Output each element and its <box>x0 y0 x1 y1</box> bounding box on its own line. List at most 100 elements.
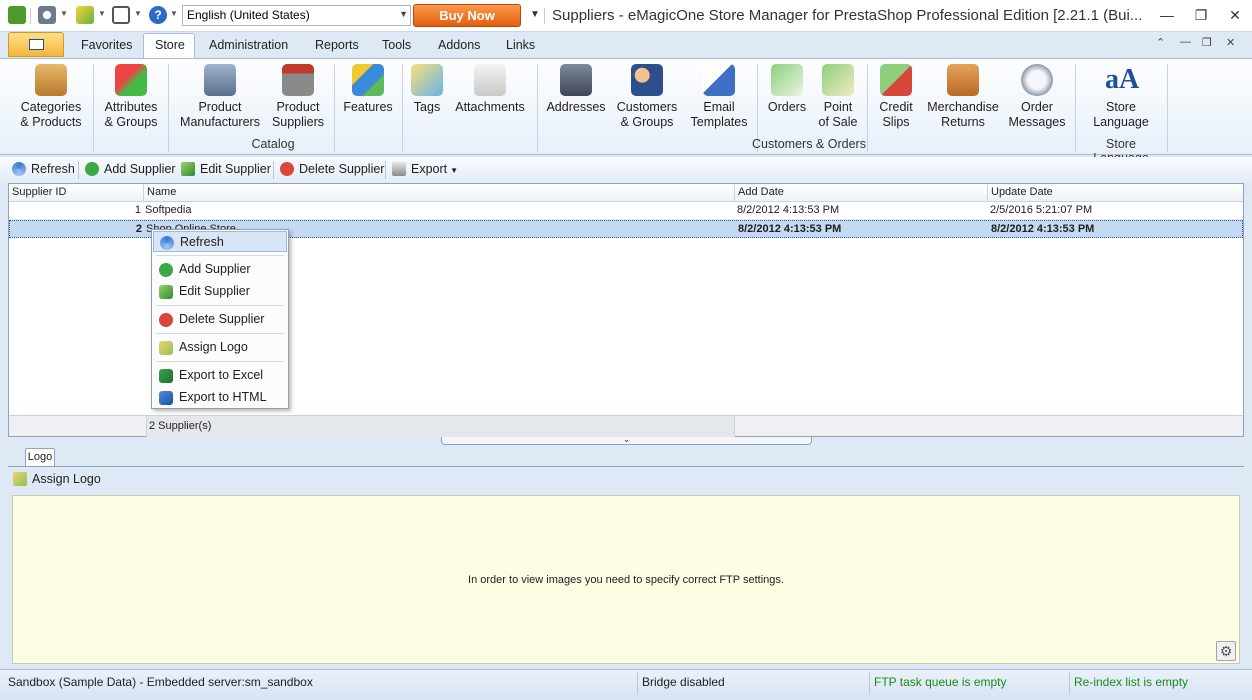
column-divider[interactable] <box>734 184 735 202</box>
settings-gear-icon[interactable] <box>38 6 56 24</box>
tab-logo[interactable]: Logo <box>25 448 55 466</box>
cell-update-date: 8/2/2012 4:13:53 PM <box>991 223 1095 235</box>
mdi-minimize-icon[interactable]: — <box>1180 36 1191 48</box>
menu-item-export-html[interactable]: Export to HTML <box>153 387 287 408</box>
ftp-settings-message: In order to view images you need to spec… <box>468 574 784 586</box>
button-label: Email <box>703 100 735 114</box>
panel-splitter[interactable]: ⌄ <box>441 435 812 445</box>
chevron-down-icon: ⌄ <box>623 435 630 444</box>
chevron-down-icon[interactable]: ▼ <box>98 9 106 18</box>
help-icon[interactable]: ? <box>149 6 167 24</box>
tab-links[interactable]: Links <box>506 38 535 52</box>
menu-item-refresh[interactable]: Refresh <box>153 231 287 252</box>
tags-button[interactable]: Tags <box>408 64 446 115</box>
close-button[interactable]: ✕ <box>1218 0 1252 30</box>
button-label: Features <box>343 100 393 114</box>
categories-products-button[interactable]: Categories & Products <box>18 64 84 130</box>
add-supplier-button[interactable]: Add Supplier <box>85 162 176 176</box>
cell-supplier-id: 1 <box>134 204 141 216</box>
point-of-sale-button[interactable]: Point of Sale <box>814 64 862 130</box>
menu-item-label: Delete Supplier <box>179 312 265 326</box>
tab-administration[interactable]: Administration <box>209 38 288 52</box>
button-label: Product <box>198 100 242 114</box>
features-button[interactable]: Features <box>340 64 396 115</box>
column-divider[interactable] <box>987 184 988 202</box>
button-label: Returns <box>941 115 985 129</box>
excel-icon <box>159 369 173 383</box>
chevron-down-icon: ▼ <box>399 9 408 19</box>
refresh-button[interactable]: Refresh <box>12 162 75 176</box>
ribbon-group-label: Customers & Orders <box>752 137 866 151</box>
addresses-button[interactable]: Addresses <box>544 64 608 115</box>
minimize-button[interactable]: — <box>1150 0 1184 30</box>
menu-item-add-supplier[interactable]: Add Supplier <box>153 259 287 280</box>
email-templates-button[interactable]: Email Templates <box>688 64 750 130</box>
button-label: Point <box>823 100 853 114</box>
tab-tools[interactable]: Tools <box>382 38 411 52</box>
mdi-restore-icon[interactable]: ❐ <box>1202 36 1212 49</box>
button-label: Attributes <box>104 100 158 114</box>
maximize-button[interactable]: ❐ <box>1184 0 1218 30</box>
return-box-icon <box>947 64 979 96</box>
chevron-down-icon[interactable]: ▼ <box>134 9 142 18</box>
factory-icon <box>204 64 236 96</box>
menu-item-export-excel[interactable]: Export to Excel <box>153 365 287 386</box>
attributes-groups-button[interactable]: Attributes & Groups <box>99 64 163 130</box>
menu-separator <box>156 255 284 256</box>
blocks-icon <box>352 64 384 96</box>
column-header-supplier-id[interactable]: Supplier ID <box>12 186 66 198</box>
order-messages-button[interactable]: Order Messages <box>1008 64 1066 130</box>
merchandise-returns-button[interactable]: Merchandise Returns <box>924 64 1002 130</box>
connect-icon[interactable] <box>76 6 94 24</box>
add-icon <box>159 263 173 277</box>
assign-logo-button[interactable]: Assign Logo <box>13 472 101 486</box>
column-header-update-date[interactable]: Update Date <box>991 186 1053 198</box>
application-menu-button[interactable] <box>8 32 64 57</box>
attachments-button[interactable]: Attachments <box>452 64 528 115</box>
divider <box>637 672 638 694</box>
menu-item-assign-logo[interactable]: Assign Logo <box>153 337 287 358</box>
export-printer-icon <box>392 162 406 176</box>
ribbon-separator <box>537 64 538 152</box>
buy-now-button[interactable]: Buy Now <box>413 4 521 27</box>
tab-addons[interactable]: Addons <box>438 38 480 52</box>
gear-icon[interactable]: ⚙ <box>1216 641 1236 661</box>
window-layout-icon[interactable] <box>112 6 130 24</box>
button-label: Language <box>1093 115 1149 129</box>
column-header-name[interactable]: Name <box>147 186 176 198</box>
chevron-down-icon[interactable]: ▼ <box>60 9 68 18</box>
product-suppliers-button[interactable]: Product Suppliers <box>270 64 326 130</box>
export-dropdown-button[interactable]: Export ▼ <box>392 162 458 176</box>
column-divider[interactable] <box>143 184 144 202</box>
credit-slips-button[interactable]: Credit Slips <box>872 64 920 130</box>
language-select[interactable]: English (United States) ▼ <box>182 5 411 26</box>
edit-pencil-icon <box>181 162 195 176</box>
button-label: Add Supplier <box>104 162 176 176</box>
customers-groups-button[interactable]: Customers & Groups <box>614 64 680 130</box>
button-label: Orders <box>767 100 807 114</box>
quick-access-menu-icon[interactable]: ▼ <box>530 9 540 20</box>
column-header-add-date[interactable]: Add Date <box>738 186 784 198</box>
table-row[interactable]: 1 Softpedia 8/2/2012 4:13:53 PM 2/5/2016… <box>9 202 1243 220</box>
divider <box>273 161 274 179</box>
menu-item-delete-supplier[interactable]: Delete Supplier <box>153 309 287 330</box>
button-label: Manufacturers <box>180 115 260 129</box>
image-icon <box>13 472 27 486</box>
product-manufacturers-button[interactable]: Product Manufacturers <box>178 64 262 130</box>
button-label: Credit <box>879 100 913 114</box>
button-label: Delete Supplier <box>299 162 385 176</box>
tab-store[interactable]: Store <box>155 38 185 52</box>
button-label: Order <box>1021 100 1053 114</box>
orders-button[interactable]: Orders <box>764 64 810 115</box>
tab-reports[interactable]: Reports <box>315 38 359 52</box>
html-icon <box>159 391 173 405</box>
edit-supplier-button[interactable]: Edit Supplier <box>181 162 271 176</box>
chevron-down-icon[interactable]: ▼ <box>170 9 178 18</box>
store-language-button[interactable]: aA Store Language <box>1086 64 1156 130</box>
delete-supplier-button[interactable]: Delete Supplier <box>280 162 384 176</box>
menu-item-edit-supplier[interactable]: Edit Supplier <box>153 281 287 302</box>
mdi-close-icon[interactable]: ✕ <box>1226 36 1235 49</box>
collapse-ribbon-icon[interactable]: ⌃ <box>1156 36 1165 49</box>
button-label: & Groups <box>104 115 158 129</box>
tab-favorites[interactable]: Favorites <box>81 38 132 52</box>
